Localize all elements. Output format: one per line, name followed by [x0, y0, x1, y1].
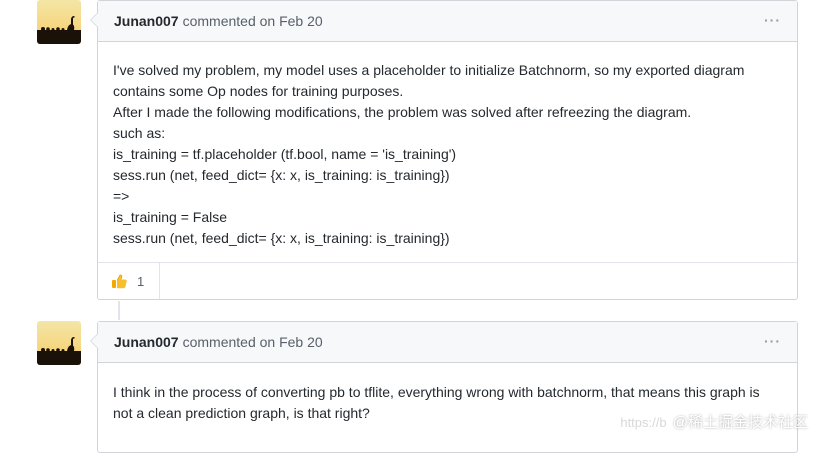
avatar[interactable] — [37, 321, 81, 365]
comment-line: is_training = tf.placeholder (tf.bool, n… — [113, 146, 457, 162]
more-options-icon[interactable]: ··· — [764, 12, 781, 28]
comment-header: Junan007 commented on Feb 20 ··· — [98, 1, 797, 42]
comment-timestamp[interactable]: commented on Feb 20 — [183, 334, 323, 350]
comment-line: I think in the process of converting pb … — [113, 384, 760, 400]
comment-line: => — [113, 188, 130, 204]
comment-card: Junan007 commented on Feb 20 ··· I think… — [90, 321, 798, 453]
more-options-icon[interactable]: ··· — [764, 333, 781, 349]
thumbs-up-icon — [111, 273, 128, 290]
comment-card: Junan007 commented on Feb 20 ··· I've so… — [90, 0, 798, 300]
comment-line: sess.run (net, feed_dict= {x: x, is_trai… — [113, 230, 450, 246]
comment-timestamp[interactable]: commented on Feb 20 — [183, 13, 323, 29]
comment-line: After I made the following modifications… — [113, 104, 692, 120]
reactions-bar: 1 — [98, 262, 797, 299]
reaction-count: 1 — [137, 273, 145, 289]
timeline-connector — [118, 301, 120, 320]
comment-line: I've solved my problem, my model uses a … — [113, 62, 745, 78]
comment-line: contains some Op nodes for training purp… — [113, 83, 404, 99]
watermark-url: https://b — [620, 415, 667, 430]
reaction-thumbs-up[interactable]: 1 — [98, 263, 161, 299]
comment-line: sess.run (net, feed_dict= {x: x, is_trai… — [113, 167, 450, 183]
avatar[interactable] — [37, 0, 81, 44]
watermark: https://b @稀土掘金技术社区 — [620, 411, 808, 432]
comment-header: Junan007 commented on Feb 20 ··· — [98, 322, 797, 363]
watermark-text: @稀土掘金技术社区 — [672, 414, 808, 431]
author-link[interactable]: Junan007 — [114, 334, 179, 350]
comment-line: is_training = False — [113, 209, 228, 225]
author-link[interactable]: Junan007 — [114, 13, 179, 29]
comment-body: I've solved my problem, my model uses a … — [98, 42, 797, 262]
comment-line: such as: — [113, 125, 166, 141]
